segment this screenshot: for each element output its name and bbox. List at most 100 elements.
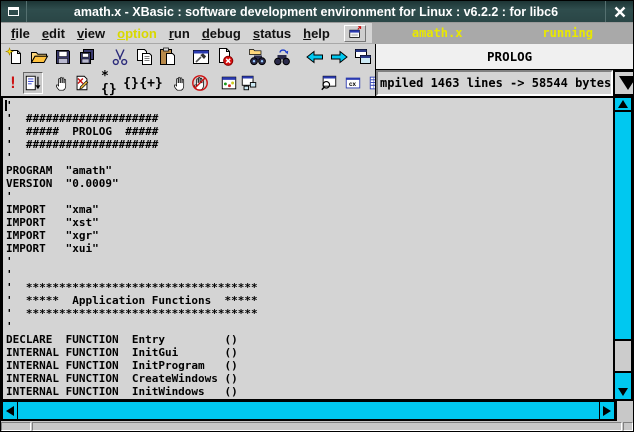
open-folder-icon xyxy=(29,47,49,67)
menu-view[interactable]: view xyxy=(71,26,111,41)
delete-file-icon xyxy=(215,47,235,67)
save-floppy-icon xyxy=(53,47,73,67)
copy-icon xyxy=(134,47,154,67)
open-file-button[interactable] xyxy=(27,46,51,68)
section-label: PROLOG xyxy=(376,44,634,70)
navigate-back-button[interactable] xyxy=(303,46,327,68)
scroll-down-button[interactable] xyxy=(615,371,631,399)
inspect-window-button[interactable] xyxy=(317,72,341,94)
hierarchy-window-icon xyxy=(240,74,258,92)
save-file-button[interactable] xyxy=(51,46,75,68)
editor-frame: ' ' #################### ' ##### PROLOG … xyxy=(1,96,633,401)
step-into-icon: *{} xyxy=(101,70,121,96)
menu-edit[interactable]: edit xyxy=(36,26,71,41)
statusbar-right-cell xyxy=(623,422,633,431)
dropdown-triangle-icon xyxy=(619,76,634,90)
copy-button[interactable] xyxy=(132,46,156,68)
vertical-scrollbar xyxy=(613,98,631,399)
build-hammer-icon xyxy=(191,47,211,67)
menu-run[interactable]: run xyxy=(163,26,196,41)
find-in-files-button[interactable] xyxy=(246,46,270,68)
session-program-name: amath.x xyxy=(412,26,463,40)
inspect-window-icon xyxy=(320,74,338,92)
compile-run-button[interactable]: ! xyxy=(3,72,23,94)
triangle-right-icon xyxy=(603,406,611,416)
code-editor[interactable]: ' ' #################### ' ##### PROLOG … xyxy=(6,99,611,399)
hold-button[interactable] xyxy=(170,72,190,94)
step-into-button[interactable]: *{} xyxy=(101,72,121,94)
menu-debug[interactable]: debug xyxy=(196,26,247,41)
format-listing-icon xyxy=(24,74,42,92)
vertical-scroll-track[interactable] xyxy=(615,341,631,371)
step-over-icon: {} xyxy=(123,77,139,90)
arrow-right-icon xyxy=(329,47,349,67)
session-status: running xyxy=(542,26,593,40)
statusbar-left-cell xyxy=(1,422,31,431)
calculator-icon: cx xyxy=(344,74,362,92)
triangle-up-icon xyxy=(618,100,628,108)
arrow-left-icon xyxy=(305,47,325,67)
no-hold-button[interactable] xyxy=(190,72,210,94)
scrollbar-corner xyxy=(616,401,633,421)
horizontal-scrollbar xyxy=(1,401,616,421)
debug-window-icon xyxy=(220,74,238,92)
section-panel: PROLOG mpiled 1463 lines -> 58544 bytes xyxy=(375,44,634,96)
window-menu-button[interactable] xyxy=(1,1,27,22)
xbasic-ide-window: amath.x - XBasic : software development … xyxy=(0,0,634,432)
toolbar-columns: ! xyxy=(1,44,375,96)
toolbar-bottom: ! xyxy=(1,70,375,96)
debug-window-button[interactable] xyxy=(219,72,239,94)
statusbar-main-cell xyxy=(32,422,622,431)
cut-button[interactable] xyxy=(108,46,132,68)
pause-button[interactable] xyxy=(52,72,72,94)
find-in-files-icon xyxy=(248,47,268,67)
paste-clipboard-icon xyxy=(158,47,178,67)
find-next-button[interactable] xyxy=(270,46,294,68)
detach-window-icon xyxy=(347,25,363,41)
abort-edit-button[interactable] xyxy=(72,72,92,94)
build-button[interactable] xyxy=(189,46,213,68)
save-all-button[interactable] xyxy=(75,46,99,68)
calculator-window-button[interactable]: cx xyxy=(341,72,365,94)
toolbar-area: ! xyxy=(1,44,633,96)
new-file-button[interactable] xyxy=(3,46,27,68)
close-icon xyxy=(614,6,626,18)
compile-status-row: mpiled 1463 lines -> 58544 bytes xyxy=(376,70,634,96)
save-all-icon xyxy=(77,47,97,67)
new-file-icon xyxy=(5,47,25,67)
triangle-down-icon xyxy=(618,388,628,396)
paste-button[interactable] xyxy=(156,46,180,68)
horizontal-scroll-thumb[interactable] xyxy=(18,402,599,419)
triangle-left-icon xyxy=(6,406,14,416)
scroll-up-button[interactable] xyxy=(615,98,631,112)
menu-status[interactable]: status xyxy=(247,26,297,41)
menu-file[interactable]: file xyxy=(5,26,36,41)
exclamation-icon: ! xyxy=(8,75,18,91)
hand-icon xyxy=(171,74,189,92)
step-out-button[interactable]: {+} xyxy=(141,72,161,94)
step-over-button[interactable]: {} xyxy=(121,72,141,94)
statusbar xyxy=(1,421,633,431)
cut-scissors-icon xyxy=(110,47,130,67)
menubar: file edit view option run debug status h… xyxy=(1,23,633,44)
navigate-forward-button[interactable] xyxy=(327,46,351,68)
hierarchy-window-button[interactable] xyxy=(239,72,259,94)
hand-icon xyxy=(53,74,71,92)
scroll-left-button[interactable] xyxy=(3,402,18,419)
toolbar-top xyxy=(1,44,375,70)
window-title: amath.x - XBasic : software development … xyxy=(27,1,605,22)
section-dropdown-button[interactable] xyxy=(613,70,634,96)
abort-edit-icon xyxy=(73,74,91,92)
close-button[interactable] xyxy=(605,1,633,22)
detach-window-button[interactable] xyxy=(344,25,366,42)
svg-text:cx: cx xyxy=(349,81,357,88)
cascade-windows-button[interactable] xyxy=(351,46,375,68)
no-hold-icon xyxy=(191,74,209,92)
window-menu-icon xyxy=(8,7,19,16)
menu-help[interactable]: help xyxy=(297,26,336,41)
scroll-right-button[interactable] xyxy=(599,402,614,419)
format-listing-button[interactable] xyxy=(23,72,43,94)
menu-option[interactable]: option xyxy=(111,26,163,41)
delete-file-button[interactable] xyxy=(213,46,237,68)
vertical-scroll-thumb[interactable] xyxy=(615,112,631,341)
